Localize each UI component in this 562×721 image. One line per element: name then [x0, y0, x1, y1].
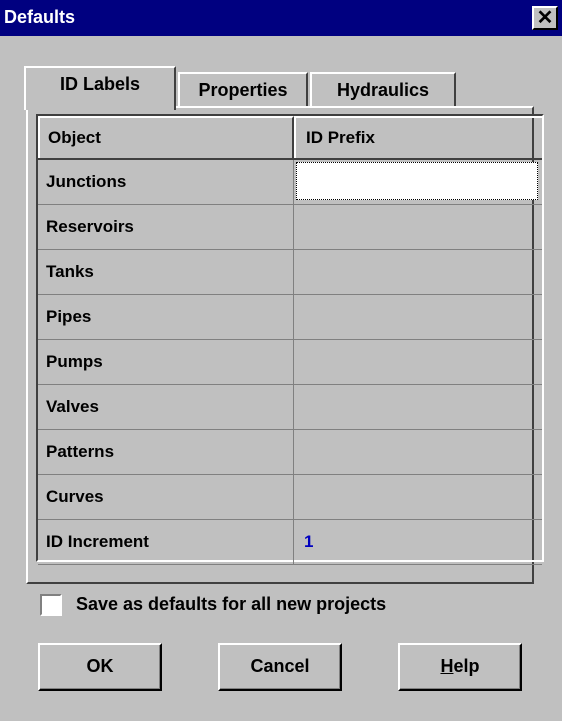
id-prefix-input[interactable]	[296, 162, 538, 200]
help-label: elp	[453, 656, 480, 676]
table-row: Valves	[38, 385, 542, 430]
tab-properties[interactable]: Properties	[178, 72, 308, 108]
row-label: Reservoirs	[38, 205, 294, 249]
value-cell[interactable]	[294, 205, 542, 249]
table-row: Curves	[38, 475, 542, 520]
value-cell[interactable]	[294, 340, 542, 384]
table-row: Reservoirs	[38, 205, 542, 250]
save-defaults-checkbox[interactable]	[40, 594, 62, 616]
tab-label: Hydraulics	[336, 80, 430, 100]
table-row: Patterns	[38, 430, 542, 475]
tab-label: Properties	[198, 80, 288, 100]
value-cell[interactable]	[294, 475, 542, 519]
cancel-button[interactable]: Cancel	[218, 643, 342, 691]
table-row: ID Increment 1	[38, 520, 542, 565]
row-label: Junctions	[38, 160, 294, 204]
value-cell[interactable]	[294, 430, 542, 474]
window-title: Defaults	[4, 7, 76, 27]
table-row: Junctions	[38, 160, 542, 205]
save-defaults-label[interactable]: Save as defaults for all new projects	[76, 594, 386, 615]
row-label: Curves	[38, 475, 294, 519]
row-label: Patterns	[38, 430, 294, 474]
grid-header-row: Object ID Prefix	[38, 116, 542, 160]
table-row: Pumps	[38, 340, 542, 385]
table-row: Pipes	[38, 295, 542, 340]
tab-hydraulics[interactable]: Hydraulics	[310, 72, 456, 108]
value-cell[interactable]	[294, 385, 542, 429]
value-cell[interactable]	[294, 295, 542, 339]
tab-label: ID Labels	[59, 74, 141, 94]
close-icon[interactable]: ✕	[532, 6, 558, 30]
title-bar: Defaults ✕	[0, 0, 562, 36]
row-label: Tanks	[38, 250, 294, 294]
row-label: Pumps	[38, 340, 294, 384]
value-cell[interactable]	[294, 160, 542, 204]
row-label: Pipes	[38, 295, 294, 339]
row-label: Valves	[38, 385, 294, 429]
value-cell[interactable]	[294, 250, 542, 294]
id-increment-value[interactable]: 1	[294, 520, 542, 564]
row-label: ID Increment	[38, 520, 294, 564]
table-row: Tanks	[38, 250, 542, 295]
column-header-id-prefix[interactable]: ID Prefix	[294, 116, 542, 158]
ok-button[interactable]: OK	[38, 643, 162, 691]
column-header-object[interactable]: Object	[38, 116, 294, 158]
tab-id-labels[interactable]: ID Labels	[24, 66, 176, 110]
properties-grid: Object ID Prefix Junctions Reservoirs Ta…	[36, 114, 544, 565]
help-button[interactable]: Help	[398, 643, 522, 691]
help-accelerator: H	[440, 656, 454, 676]
